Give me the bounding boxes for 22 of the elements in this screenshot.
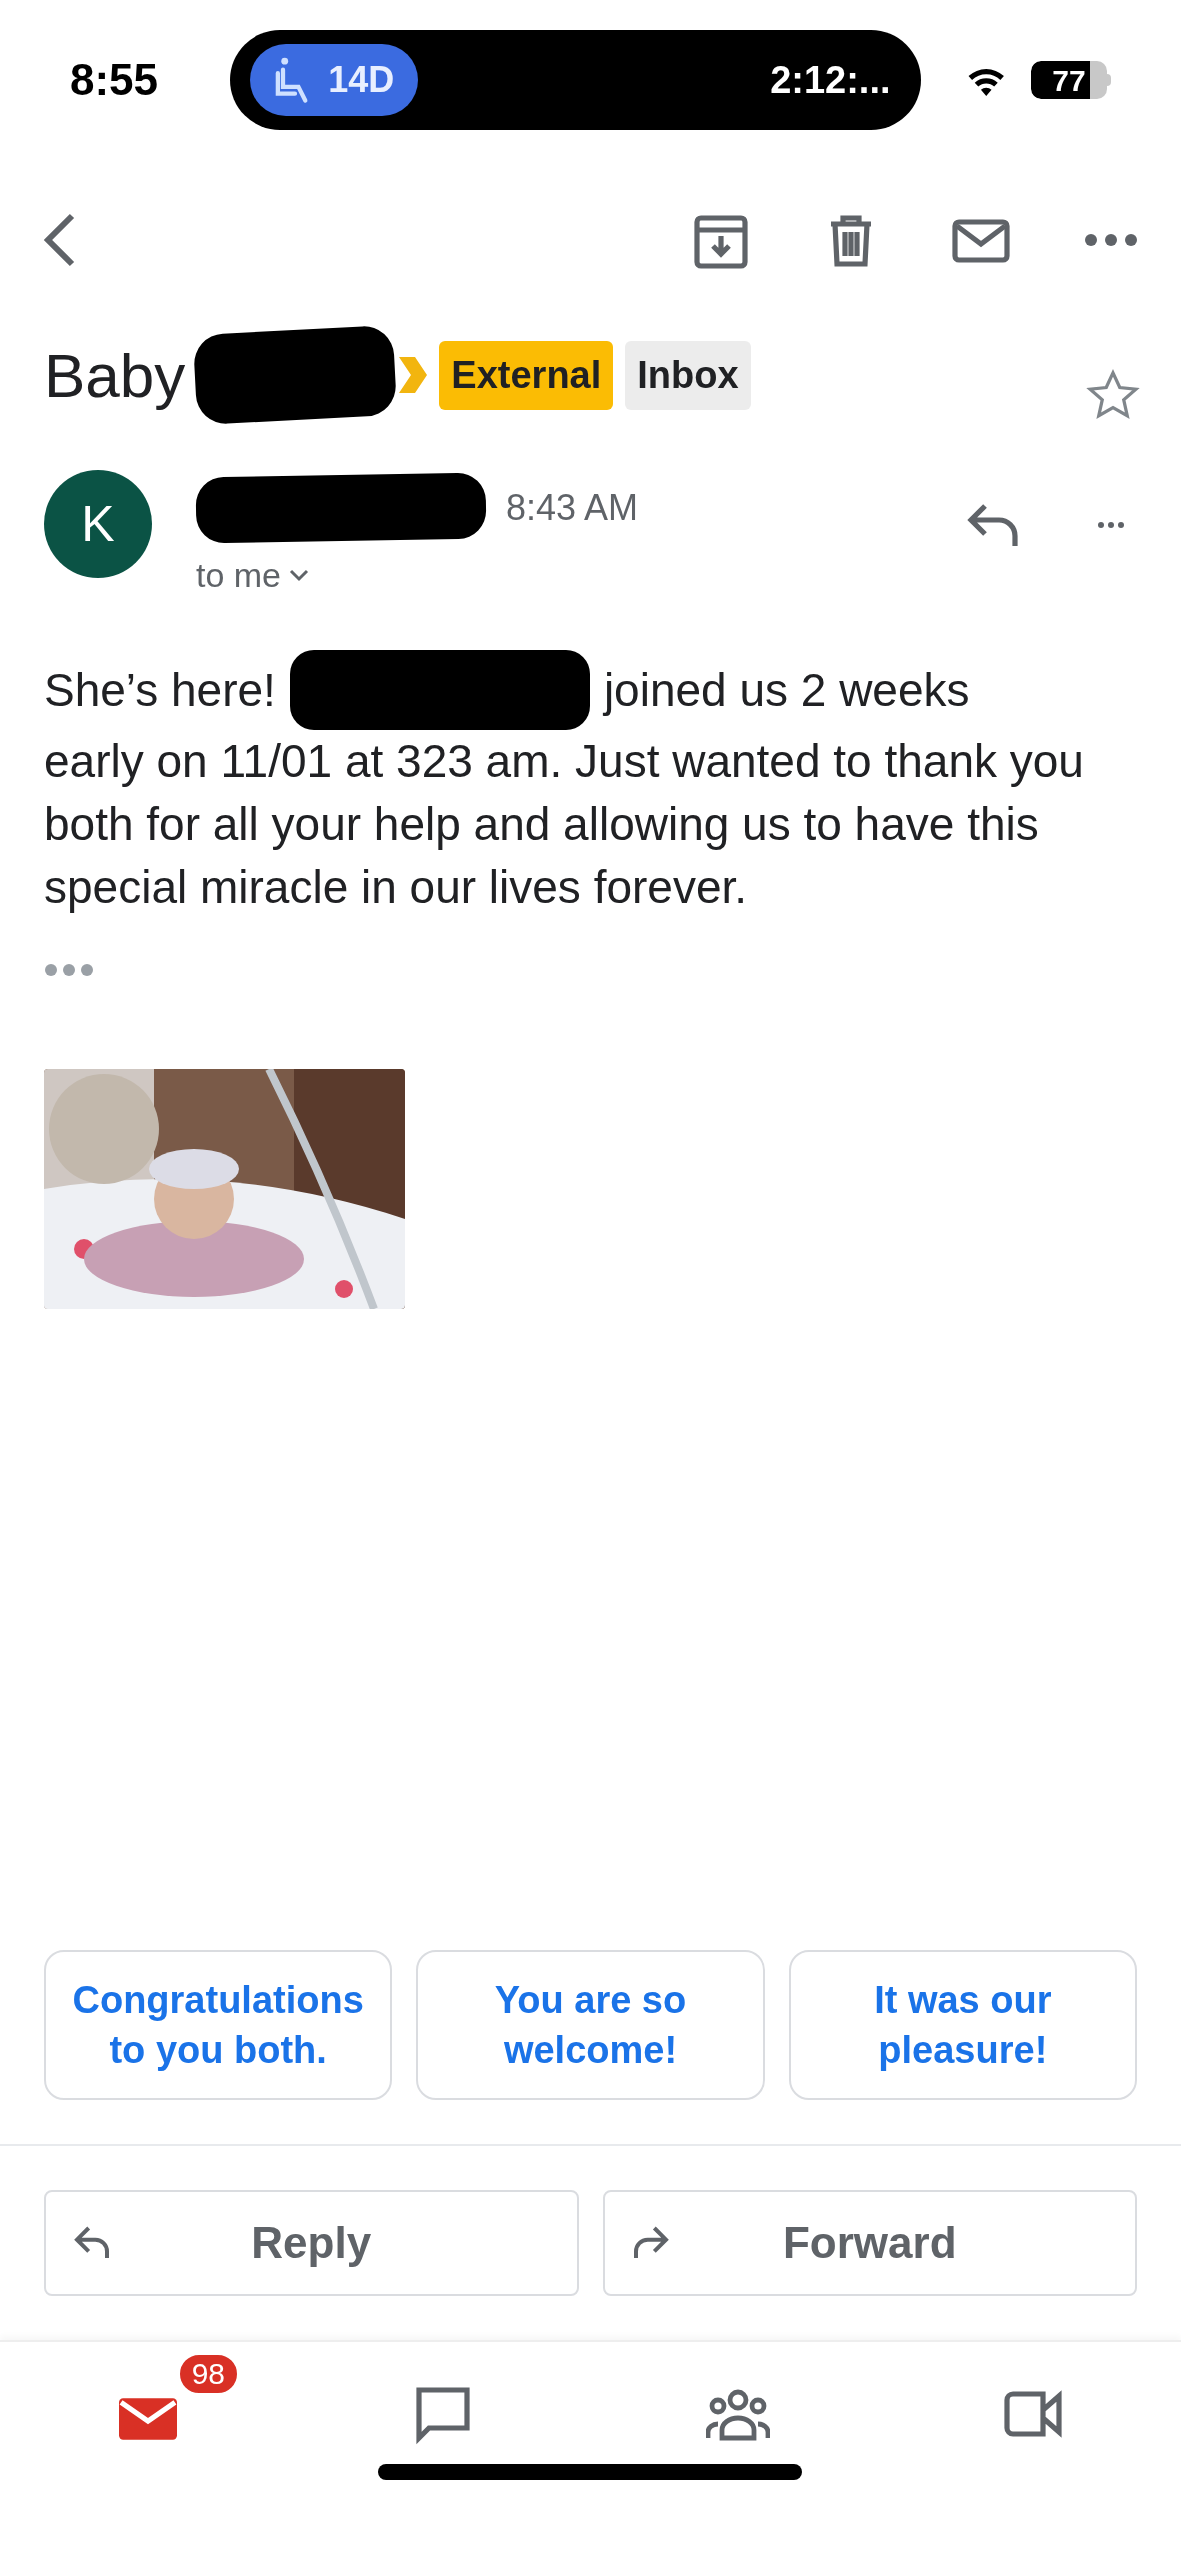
smart-reply-chip[interactable]: You are so welcome!: [416, 1950, 765, 2100]
label-tag[interactable]: External: [439, 340, 614, 410]
sent-time: 8:43 AM: [506, 486, 639, 530]
email-subject: Baby: [44, 339, 186, 412]
message-text: joined us 2 weeks: [603, 662, 970, 718]
smart-reply-chip[interactable]: It was our pleasure!: [788, 1950, 1137, 2100]
battery-indicator: 77: [1031, 61, 1111, 99]
message-text: She’s here!: [44, 662, 276, 718]
smart-reply-chip[interactable]: Congratulations to you both.: [44, 1950, 393, 2100]
show-trimmed-icon[interactable]: [44, 963, 94, 977]
mail-icon[interactable]: [118, 2398, 177, 2440]
forward-button[interactable]: Forward: [602, 2190, 1137, 2296]
reply-button[interactable]: Reply: [44, 2190, 579, 2296]
sender-avatar[interactable]: K: [44, 470, 152, 578]
chevron-down-icon: [289, 568, 310, 583]
message-text: early on 11/01 at 323 am. Just wanted to thank you both for all your help and allowing us to have this special miracle in our lives forever.: [43, 734, 1085, 915]
recipient-toggle[interactable]: to me: [196, 550, 639, 601]
clock: 8:55: [70, 54, 160, 106]
seat-label: 14D: [328, 58, 395, 102]
live-activity-pill[interactable]: 14D 2:12:...: [230, 30, 921, 130]
timer-text: 2:12:...: [770, 57, 891, 103]
label-tag[interactable]: Inbox: [625, 340, 751, 410]
